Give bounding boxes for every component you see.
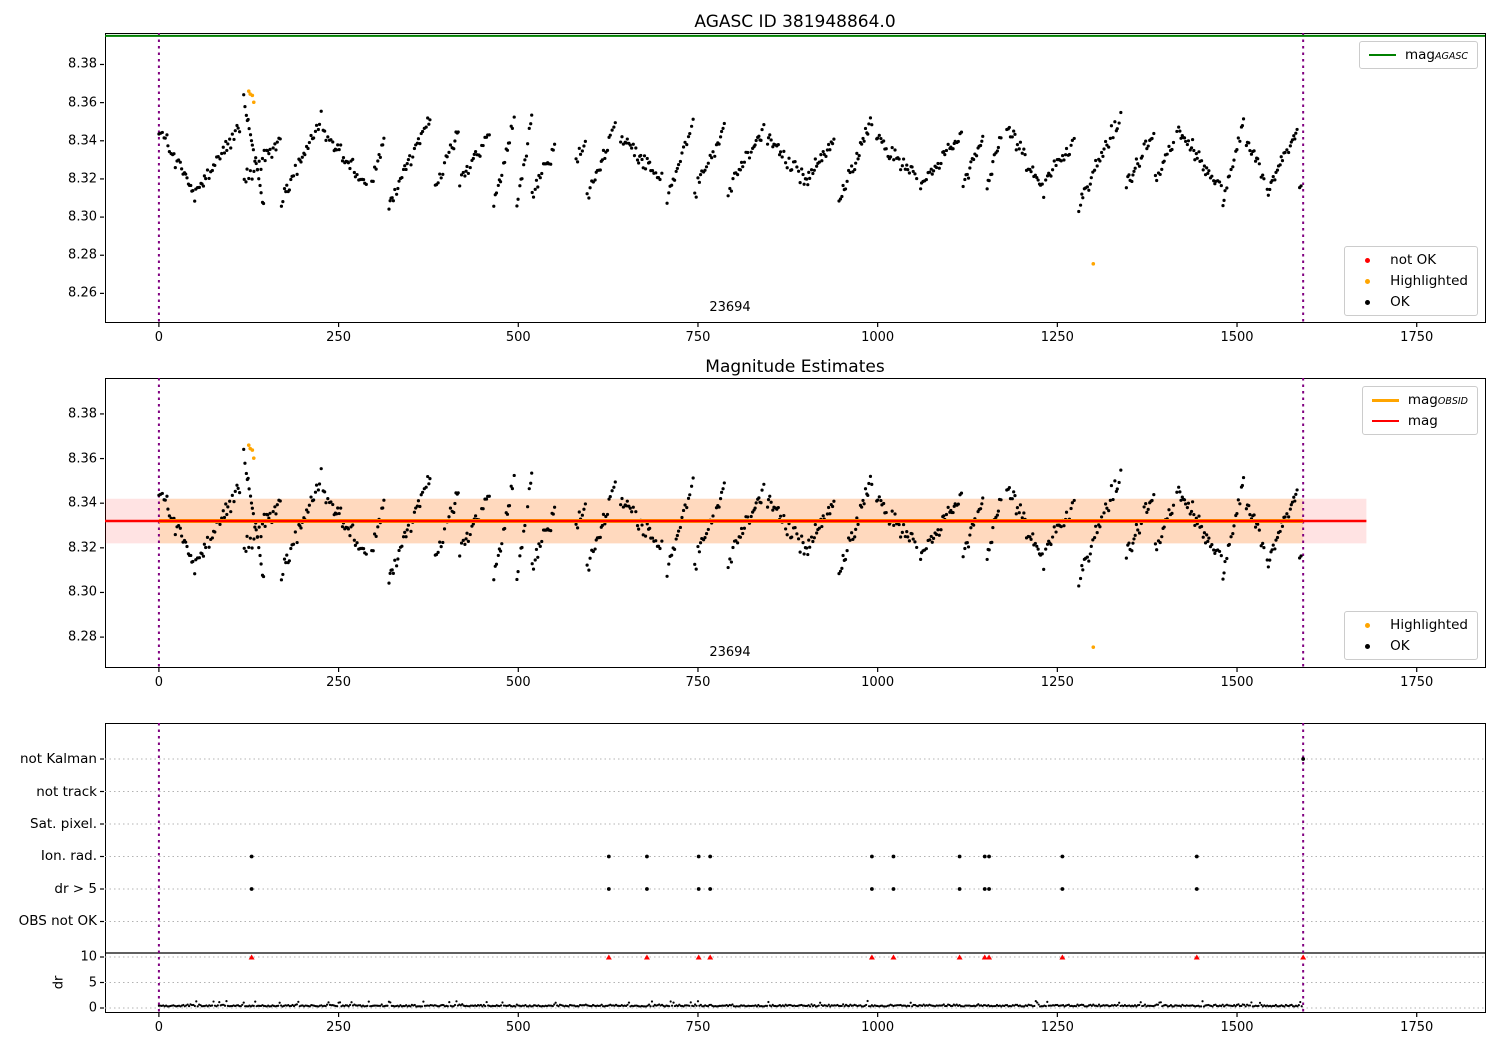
green-line-swatch xyxy=(1368,54,1396,56)
legend-label: OK xyxy=(1390,638,1410,654)
legend-row-highlighted-2: Highlighted xyxy=(1354,617,1468,633)
plot-canvas xyxy=(100,33,1485,1017)
obsid-label-middle: 23694 xyxy=(709,645,751,660)
orange-dot-swatch xyxy=(1354,622,1381,628)
legend-row-not-ok: not OK xyxy=(1354,252,1468,268)
red-line-swatch xyxy=(1371,420,1399,422)
legend-label: magOBSID xyxy=(1407,392,1468,408)
flag-gridlines xyxy=(105,758,1485,1009)
legend-row-mag-agasc: magAGASC xyxy=(1368,47,1468,63)
figure: AGASC ID 381948864.0 Magnitude Estimates… xyxy=(0,0,1500,1050)
reference-lines xyxy=(105,34,1485,524)
black-dot-swatch xyxy=(1354,643,1381,649)
legend-mag-lines: magOBSID mag xyxy=(1361,386,1478,435)
legend-row-highlighted: Highlighted xyxy=(1354,273,1468,289)
legend-label: Highlighted xyxy=(1390,617,1468,633)
dr-trace xyxy=(157,999,1303,1008)
legend-label: Highlighted xyxy=(1390,273,1468,289)
scatter-ok-agasc xyxy=(157,93,1303,214)
legend-row-mag: mag xyxy=(1371,413,1468,429)
legend-label: magAGASC xyxy=(1404,47,1468,63)
legend-row-ok: OK xyxy=(1354,294,1468,310)
red-dot-swatch xyxy=(1354,257,1381,263)
flag-points xyxy=(249,757,1306,891)
orange-dot-swatch xyxy=(1354,278,1381,284)
obsid-label-top: 23694 xyxy=(709,300,751,315)
legend-label: not OK xyxy=(1390,252,1437,268)
black-dot-swatch xyxy=(1354,299,1381,305)
legend-label: OK xyxy=(1390,294,1410,310)
legend-point-status-2: Highlighted OK xyxy=(1344,611,1478,660)
orange-line-swatch xyxy=(1371,398,1399,402)
legend-point-status: not OK Highlighted OK xyxy=(1344,246,1478,316)
legend-row-mag-obsid: magOBSID xyxy=(1371,392,1468,408)
legend-mag-agasc: magAGASC xyxy=(1358,41,1478,69)
legend-row-ok-2: OK xyxy=(1354,638,1468,654)
legend-label: mag xyxy=(1407,413,1438,429)
